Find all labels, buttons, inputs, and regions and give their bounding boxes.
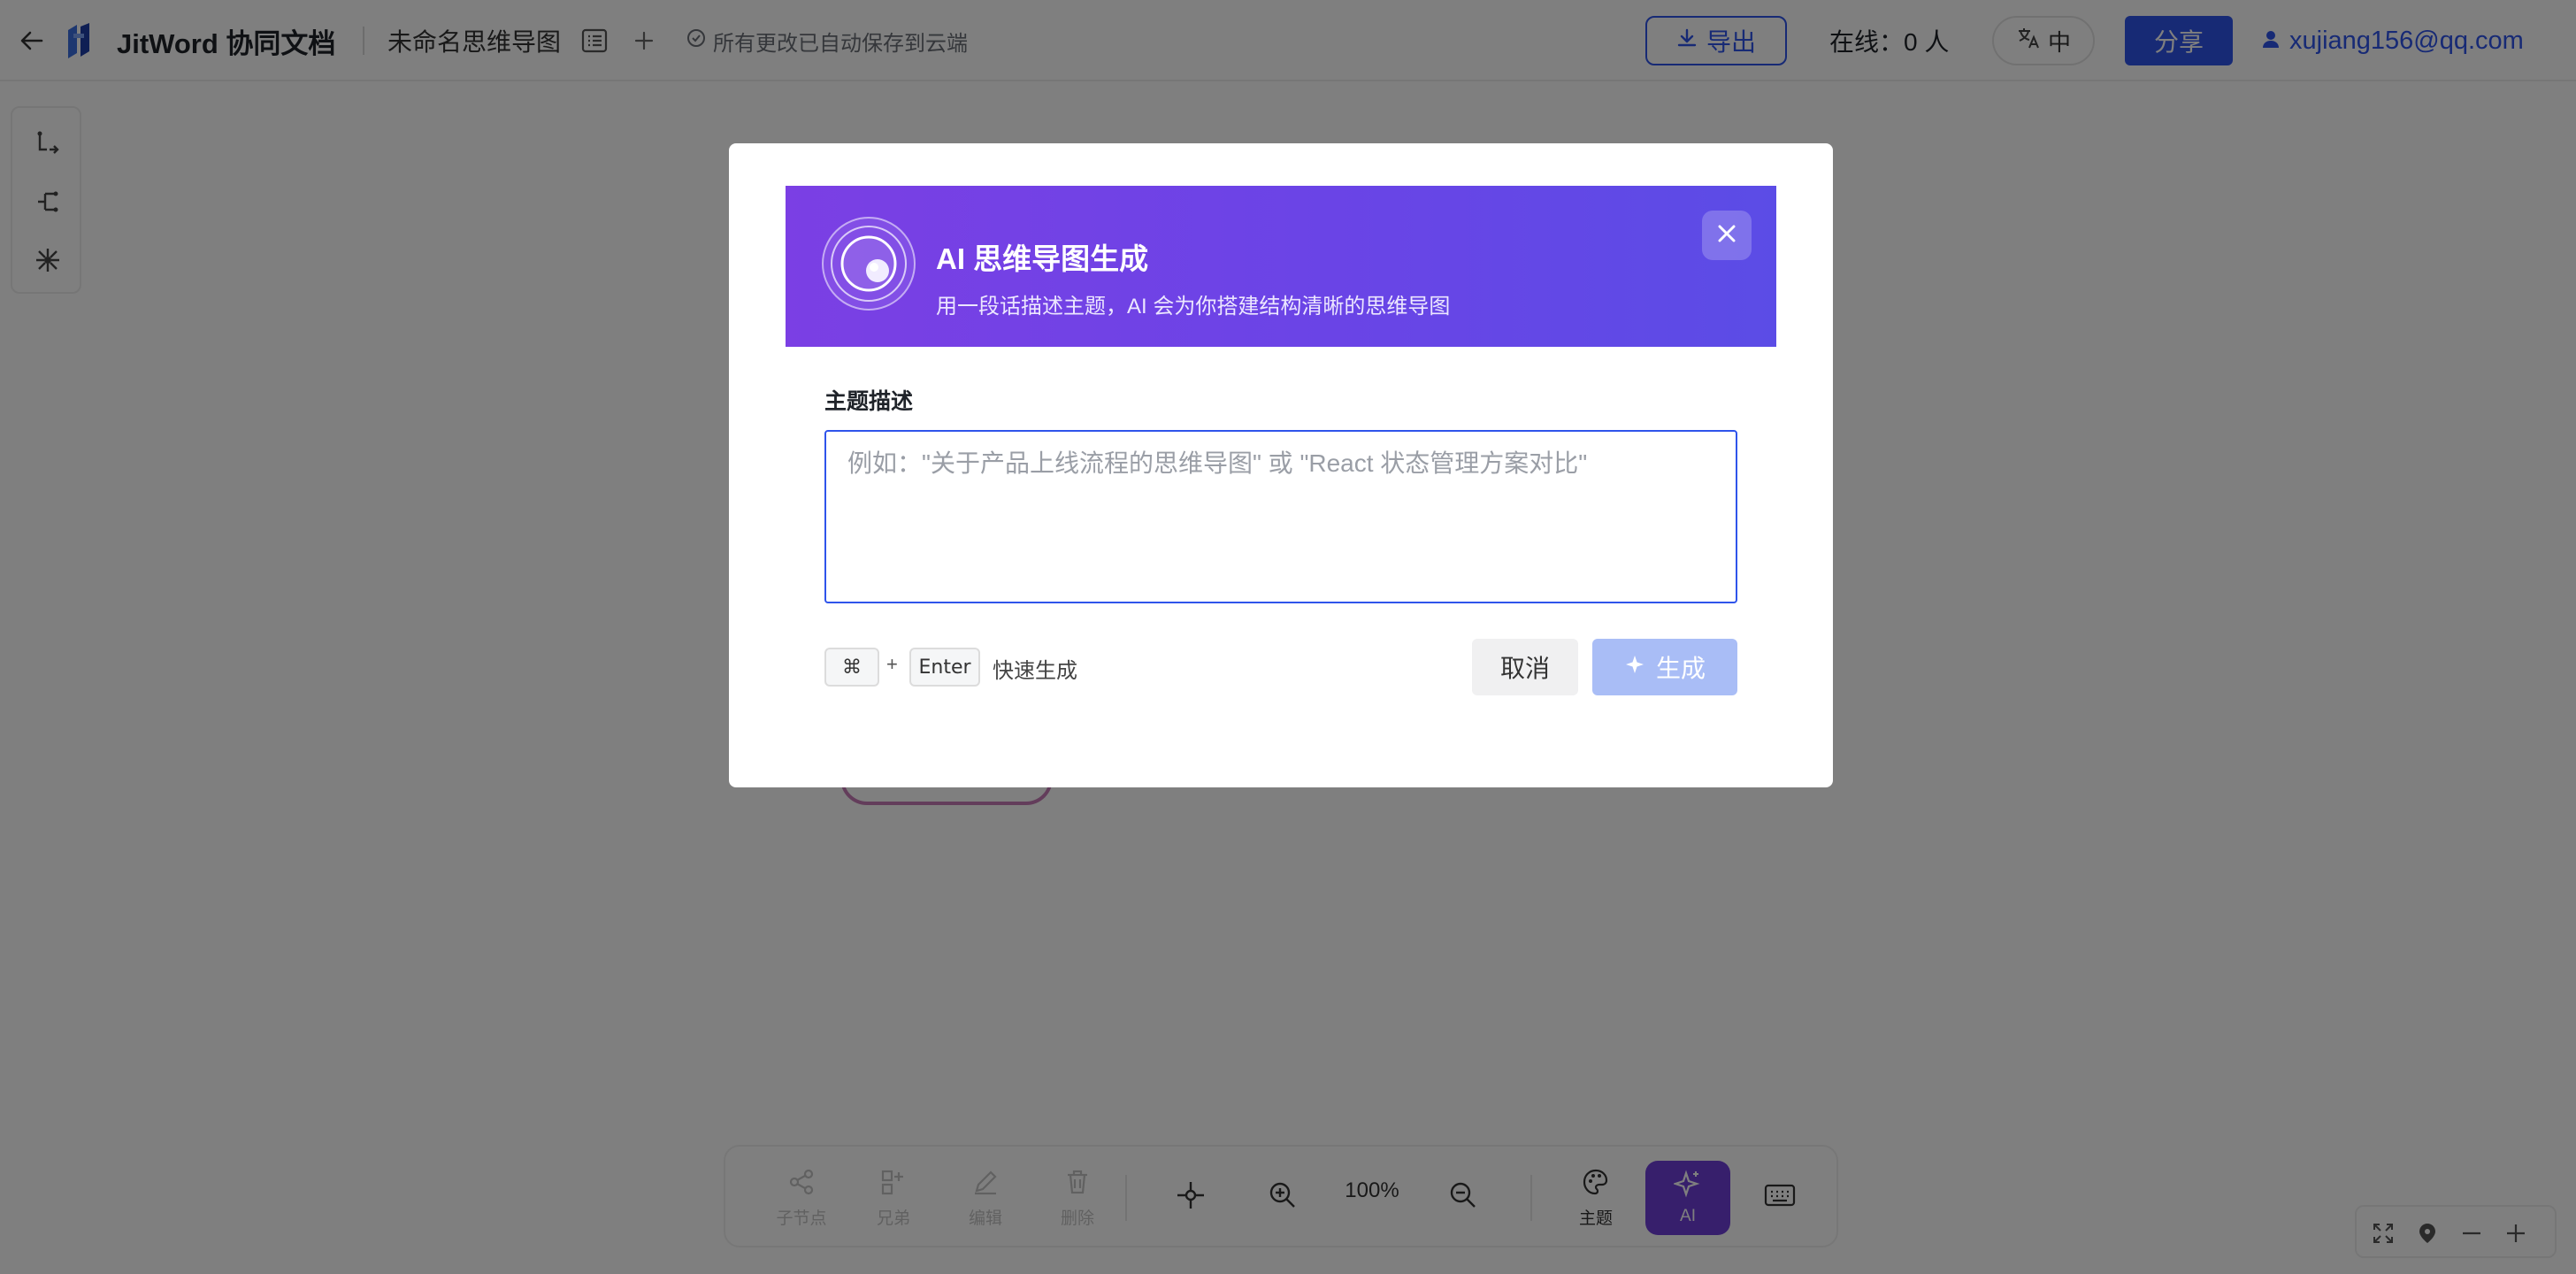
sparkle-icon: [1624, 653, 1645, 681]
ai-mindmap-dialog: AI 思维导图生成 用一段话描述主题，AI 会为你搭建结构清晰的思维导图 主题描…: [729, 143, 1833, 787]
shortcut-plus: +: [886, 653, 898, 675]
dialog-subtitle: 用一段话描述主题，AI 会为你搭建结构清晰的思维导图: [936, 295, 1451, 318]
command-key-badge: ⌘: [824, 648, 879, 687]
topic-description-label: 主题描述: [824, 389, 914, 414]
ai-orb-icon: [821, 216, 916, 311]
generate-label: 生成: [1655, 655, 1706, 682]
generate-button[interactable]: 生成: [1592, 639, 1737, 695]
close-button[interactable]: [1702, 211, 1752, 260]
close-icon: [1715, 222, 1738, 249]
cancel-button[interactable]: 取消: [1472, 639, 1578, 695]
dialog-header: AI 思维导图生成 用一段话描述主题，AI 会为你搭建结构清晰的思维导图: [786, 186, 1776, 347]
dialog-title: AI 思维导图生成: [936, 242, 1149, 275]
topic-description-input[interactable]: [824, 430, 1737, 603]
shortcut-hint: 快速生成: [993, 659, 1077, 683]
enter-key-badge: Enter: [909, 648, 980, 687]
